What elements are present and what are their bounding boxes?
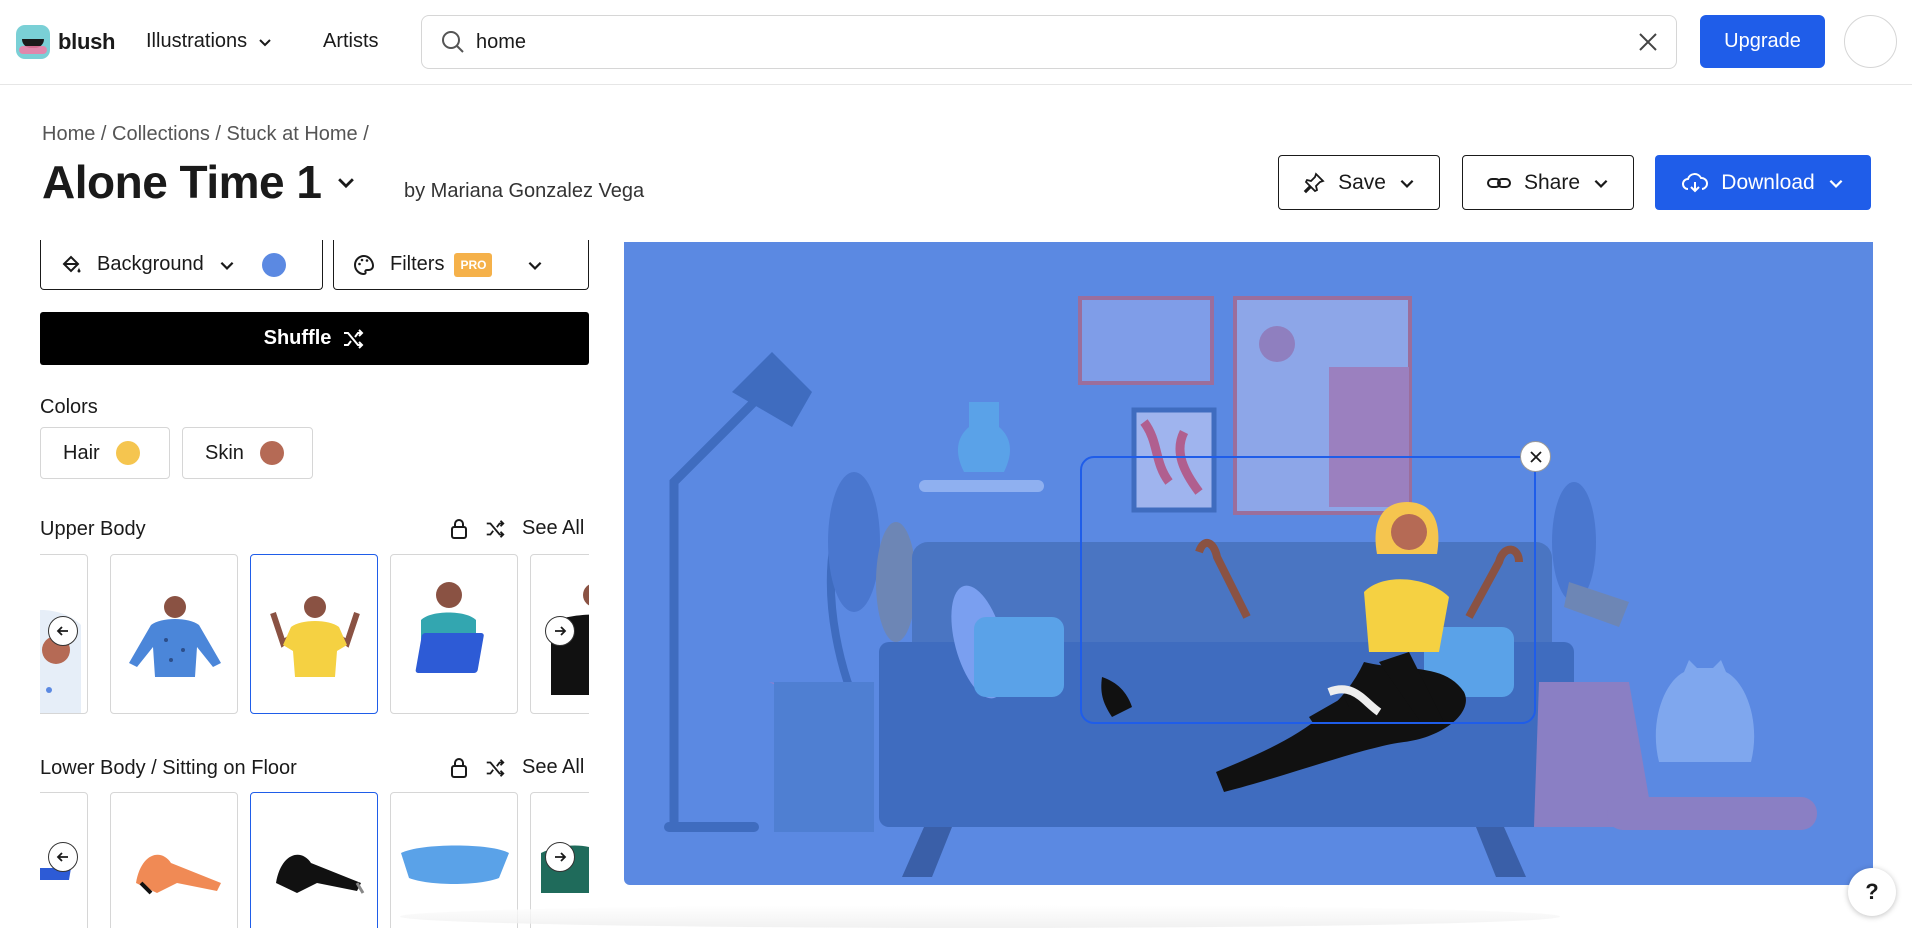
logo-text: blush (58, 29, 116, 54)
chevron-down-icon (1829, 179, 1843, 188)
background-color-swatch[interactable] (261, 252, 286, 277)
arrow-right-icon (555, 852, 567, 862)
breadcrumb[interactable]: Home / Collections / Stuck at Home / (42, 123, 369, 146)
background-dropdown[interactable]: Background (40, 240, 323, 290)
canvas-shadow (400, 905, 1560, 928)
colors-heading: Colors (40, 396, 98, 418)
pro-badge: PRO (454, 252, 493, 277)
remove-element-button[interactable] (1520, 441, 1551, 472)
upper-body-tools: See All (450, 517, 584, 540)
lock-icon[interactable] (450, 518, 468, 539)
artist-byline[interactable]: by Mariana Gonzalez Vega (404, 180, 644, 203)
blush-logo[interactable]: blush (16, 24, 115, 60)
arrow-left-icon (56, 626, 68, 636)
download-button[interactable]: Download (1655, 155, 1871, 210)
upper-body-option-selected[interactable] (250, 554, 378, 714)
filters-dropdown[interactable]: Filters PRO (333, 240, 589, 290)
upper-body-option[interactable] (110, 554, 238, 714)
selection-box[interactable] (1080, 456, 1536, 724)
upgrade-button[interactable]: Upgrade (1700, 15, 1825, 68)
nav-artists-label: Artists (323, 30, 379, 52)
download-label: Download (1721, 170, 1815, 194)
upper-body-option[interactable] (390, 554, 518, 714)
customize-panel: Background Filters PRO Shuffle Colors Ha… (0, 240, 600, 928)
link-icon (1486, 177, 1511, 188)
lower-body-option[interactable] (110, 792, 238, 928)
shuffle-icon[interactable] (484, 757, 506, 779)
nav-illustrations-label: Illustrations (146, 30, 248, 52)
carousel-next-button[interactable] (545, 616, 575, 646)
chevron-down-icon (1594, 179, 1608, 188)
shuffle-icon (344, 328, 364, 349)
shuffle-button[interactable]: Shuffle (40, 312, 589, 365)
chevron-down-icon (338, 178, 355, 189)
hair-color-swatch (115, 441, 140, 465)
lower-body-heading: Lower Body / Sitting on Floor (40, 757, 297, 779)
clear-search-icon[interactable] (1636, 30, 1660, 54)
chevron-down-icon (529, 261, 542, 270)
skin-label: Skin (205, 441, 244, 464)
arrow-left-icon (56, 852, 68, 862)
avatar[interactable] (1844, 15, 1897, 68)
search-input[interactable] (476, 26, 1576, 58)
help-button[interactable]: ? (1848, 868, 1896, 916)
save-button[interactable]: Save (1278, 155, 1440, 210)
carousel-prev-button[interactable] (48, 616, 78, 646)
carousel-next-button[interactable] (545, 842, 575, 872)
shuffle-icon[interactable] (484, 518, 506, 540)
skin-color-chip[interactable]: Skin (182, 427, 313, 479)
upper-body-carousel (40, 554, 589, 716)
top-bar: blush Illustrations Artists Upgrade (0, 0, 1912, 85)
hair-label: Hair (63, 441, 100, 464)
pin-icon (1303, 171, 1325, 193)
share-label: Share (1523, 170, 1581, 194)
nav-artists[interactable]: Artists (323, 30, 379, 53)
share-button[interactable]: Share (1462, 155, 1634, 210)
palette-icon (354, 254, 375, 275)
skin-color-swatch (259, 441, 284, 465)
page-title[interactable]: Alone Time 1 (42, 155, 357, 209)
lower-body-carousel (40, 792, 589, 928)
chevron-down-icon (220, 261, 234, 270)
chevron-down-icon (1400, 179, 1414, 188)
upper-body-see-all[interactable]: See All (522, 517, 584, 540)
cloud-download-icon (1682, 172, 1709, 192)
lower-body-see-all[interactable]: See All (522, 756, 584, 779)
lower-body-option[interactable] (390, 792, 518, 928)
nav-illustrations[interactable]: Illustrations (146, 30, 273, 53)
filters-label: Filters (390, 253, 445, 275)
background-label: Background (97, 253, 204, 275)
page-title-text: Alone Time 1 (42, 156, 322, 208)
lower-body-option-selected[interactable] (250, 792, 378, 928)
carousel-prev-button[interactable] (48, 842, 78, 872)
chevron-down-icon (259, 38, 271, 46)
lower-body-tools: See All (450, 756, 584, 779)
close-icon (1529, 450, 1542, 463)
blush-logo-icon (16, 25, 50, 59)
hair-color-chip[interactable]: Hair (40, 427, 170, 479)
paint-bucket-icon (62, 255, 81, 272)
save-label: Save (1338, 170, 1386, 194)
arrow-right-icon (555, 626, 567, 636)
upper-body-heading: Upper Body (40, 518, 146, 540)
search-icon (442, 31, 464, 53)
shuffle-label: Shuffle (263, 327, 332, 349)
lock-icon[interactable] (450, 757, 468, 778)
search-bar (421, 15, 1677, 69)
